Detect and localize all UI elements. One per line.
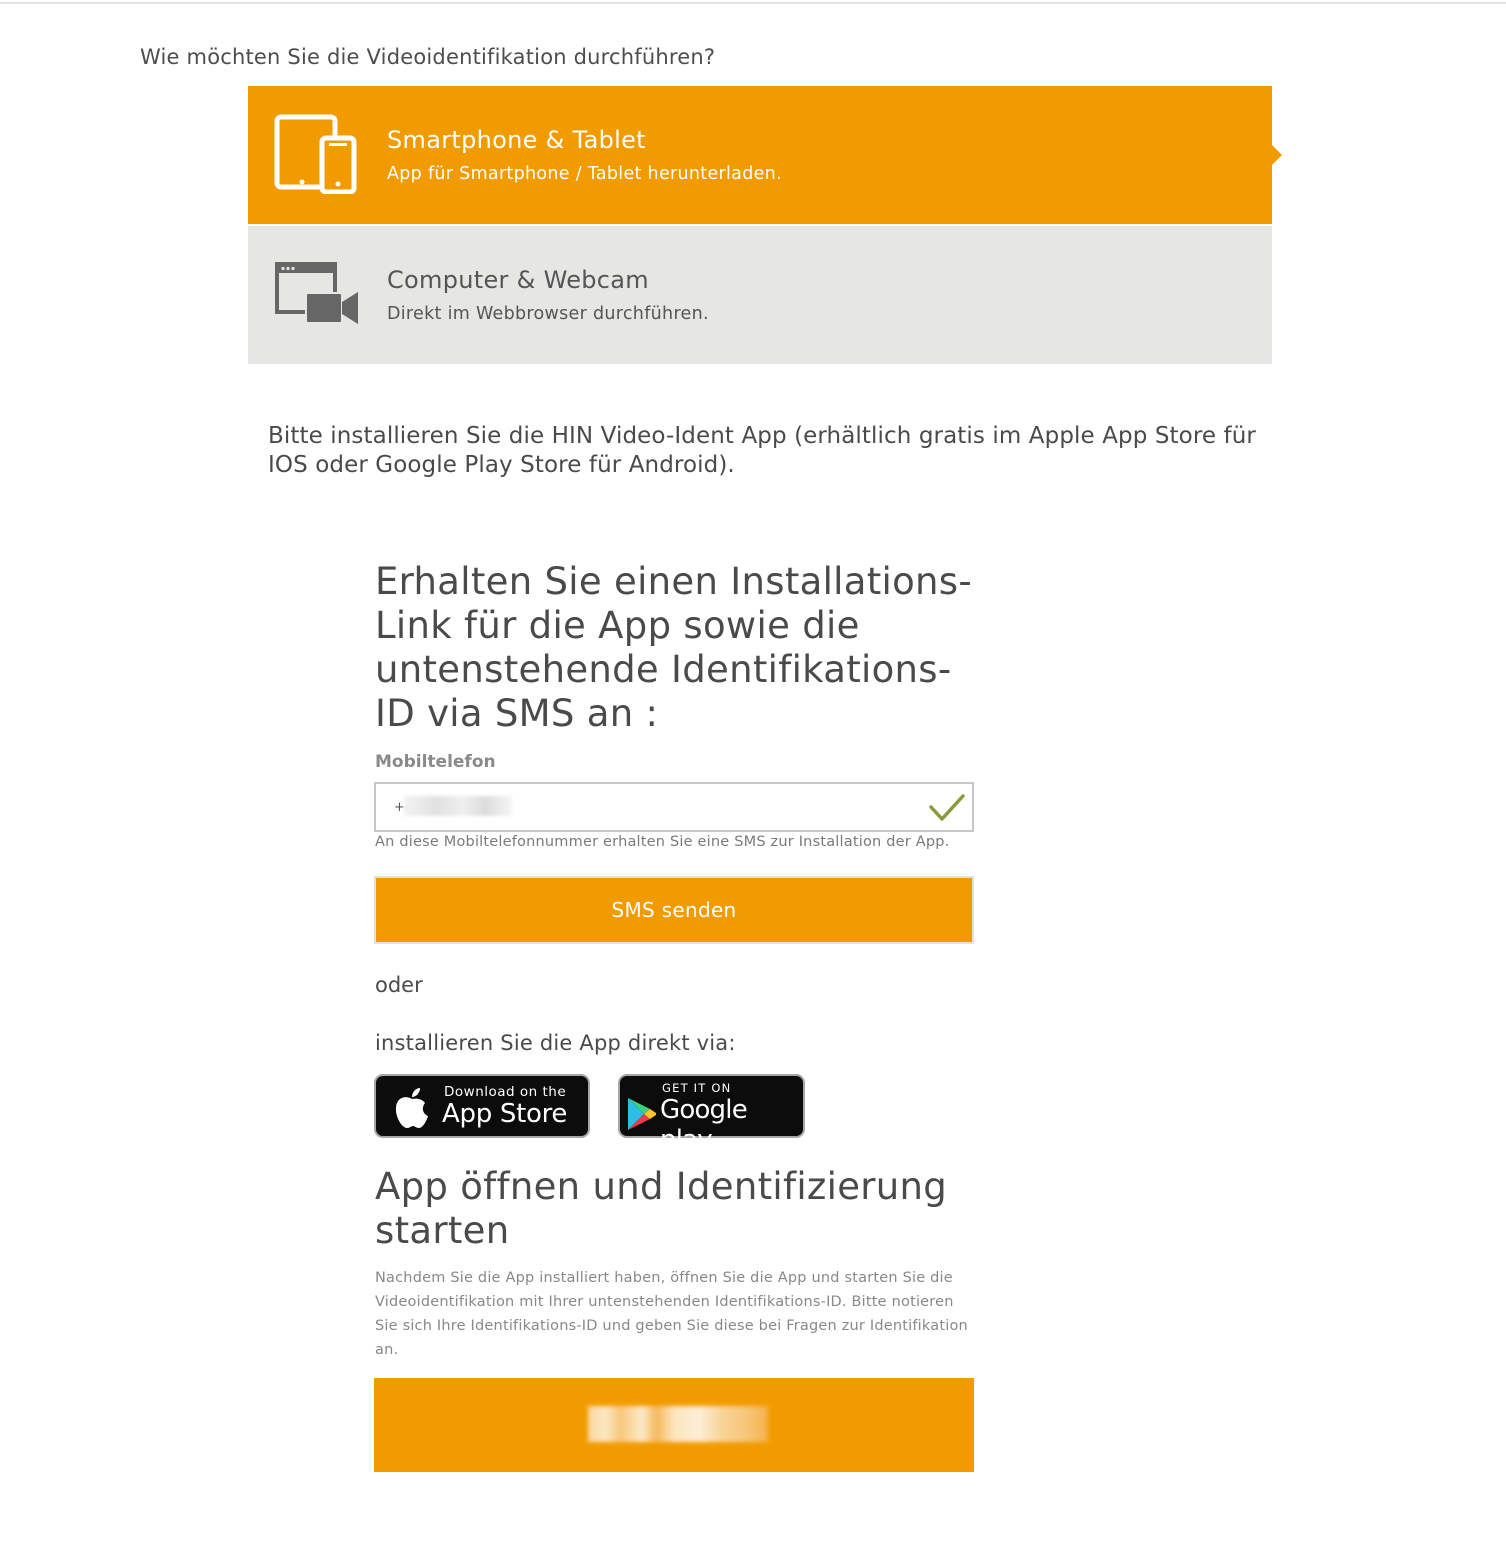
identification-id-box <box>374 1378 974 1472</box>
option-subtitle: App für Smartphone / Tablet herunterlade… <box>387 164 782 184</box>
identification-id-redacted <box>588 1406 768 1442</box>
option-smartphone-tablet[interactable]: Smartphone & Tablet App für Smartphone /… <box>248 86 1282 224</box>
option-subtitle: Direkt im Webbrowser durchführen. <box>387 304 709 324</box>
google-play-big-text: Google play <box>660 1095 748 1155</box>
option-title: Smartphone & Tablet <box>387 126 646 154</box>
top-divider <box>0 2 1506 4</box>
phone-number-redacted <box>404 796 512 816</box>
app-store-big-text: App Store <box>442 1099 568 1129</box>
apple-icon <box>395 1088 428 1128</box>
computer-webcam-icon <box>275 262 358 324</box>
mobile-field-help: An diese Mobiltelefonnummer erhalten Sie… <box>375 834 950 850</box>
sms-heading: Erhalten Sie einen Installations-Link fü… <box>375 560 973 735</box>
option-computer-webcam[interactable]: Computer & Webcam Direkt im Webbrowser d… <box>248 226 1272 364</box>
checkmark-icon <box>929 794 965 821</box>
open-app-heading: App öffnen und Identifizierung starten <box>375 1165 948 1252</box>
send-sms-button[interactable]: SMS senden <box>374 876 974 944</box>
google-play-small-text: GET IT ON <box>662 1081 732 1095</box>
smartphone-tablet-icon <box>274 114 357 194</box>
direct-install-text: installieren Sie die App direkt via: <box>375 1031 736 1055</box>
app-store-small-text: Download on the <box>444 1084 567 1100</box>
option-title: Computer & Webcam <box>387 266 649 294</box>
or-separator: oder <box>375 973 423 997</box>
open-app-text: Nachdem Sie die App installiert haben, ö… <box>375 1270 968 1358</box>
google-play-icon <box>628 1098 656 1130</box>
mobile-field-label: Mobiltelefon <box>375 752 496 772</box>
method-question: Wie möchten Sie die Videoidentifikation … <box>140 45 716 69</box>
install-instruction: Bitte installieren Sie die HIN Video-Ide… <box>268 423 1256 478</box>
app-store-badge[interactable]: Download on the App Store <box>374 1074 590 1138</box>
google-play-badge[interactable]: GET IT ON Google play <box>618 1074 805 1155</box>
selected-indicator-arrow <box>1272 145 1282 165</box>
